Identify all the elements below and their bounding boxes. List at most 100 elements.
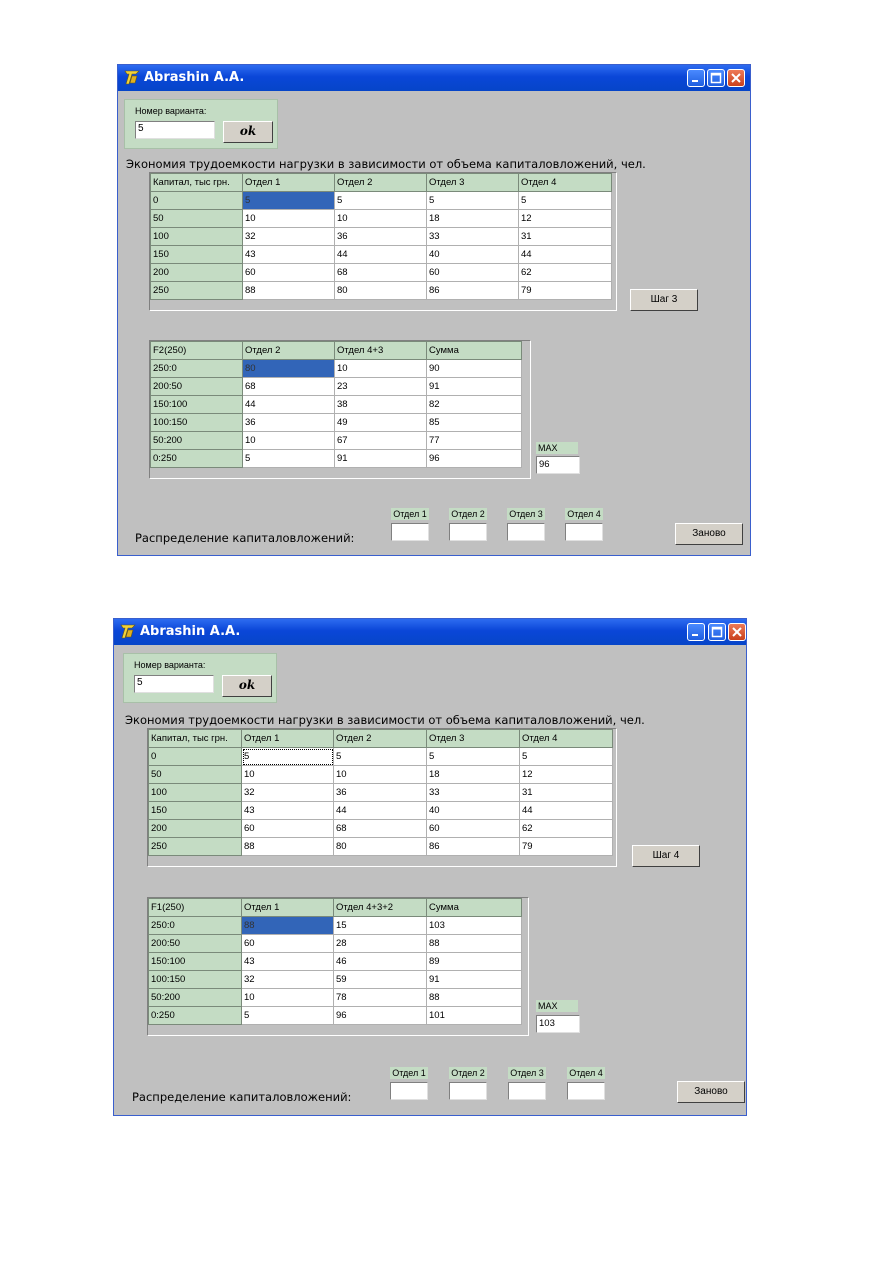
table-cell[interactable]: 80: [333, 837, 427, 856]
close-button[interactable]: [727, 69, 745, 87]
table-cell[interactable]: 5: [518, 191, 612, 210]
table-cell[interactable]: 80: [334, 281, 427, 300]
table-cell[interactable]: 86: [426, 281, 519, 300]
table-cell[interactable]: 10: [241, 988, 334, 1007]
reset-button[interactable]: Заново: [677, 1081, 745, 1103]
minimize-button[interactable]: [687, 69, 705, 87]
table-cell[interactable]: 36: [242, 413, 335, 432]
table-cell[interactable]: 77: [426, 431, 522, 450]
table-cell[interactable]: 103: [426, 916, 522, 935]
table-cell[interactable]: 90: [426, 359, 522, 378]
table-cell[interactable]: 44: [519, 801, 613, 820]
table-cell[interactable]: 36: [333, 783, 427, 802]
variant-input[interactable]: 5: [135, 121, 215, 139]
table-cell[interactable]: 88: [426, 988, 522, 1007]
table-cell[interactable]: 10: [241, 765, 334, 784]
table-cell[interactable]: 10: [242, 431, 335, 450]
dept-field-2[interactable]: [449, 523, 487, 541]
calc-table[interactable]: F2(250) Отдел 2 Отдел 4+3 Сумма 250:0 80 10 90 2…: [150, 341, 522, 468]
table-cell[interactable]: 96: [333, 1006, 427, 1025]
table-cell[interactable]: 33: [426, 227, 519, 246]
table-cell[interactable]: 44: [518, 245, 612, 264]
reset-button[interactable]: Заново: [675, 523, 743, 545]
table-cell[interactable]: 5: [333, 747, 427, 766]
table-cell[interactable]: 44: [333, 801, 427, 820]
table-cell[interactable]: 38: [334, 395, 427, 414]
table-cell[interactable]: 80: [242, 359, 335, 378]
table-cell[interactable]: 59: [333, 970, 427, 989]
table-cell[interactable]: 91: [426, 970, 522, 989]
table-cell[interactable]: 5: [242, 191, 335, 210]
table-cell[interactable]: 43: [242, 245, 335, 264]
table-cell[interactable]: 5: [426, 191, 519, 210]
table-cell[interactable]: 32: [241, 783, 334, 802]
table-cell[interactable]: 18: [426, 209, 519, 228]
table-cell[interactable]: 10: [242, 209, 335, 228]
main-table[interactable]: Капитал, тыс грн. Отдел 1 Отдел 2 Отдел 3 От…: [150, 173, 612, 300]
table-cell[interactable]: 36: [334, 227, 427, 246]
table-cell[interactable]: 79: [519, 837, 613, 856]
table-cell[interactable]: 40: [426, 801, 520, 820]
dept-field-3[interactable]: [508, 1082, 546, 1100]
table-cell[interactable]: 5: [334, 191, 427, 210]
table-cell[interactable]: 5: [242, 449, 335, 468]
close-button[interactable]: [728, 623, 746, 641]
table-cell[interactable]: 60: [241, 819, 334, 838]
table-cell[interactable]: 79: [518, 281, 612, 300]
table-cell[interactable]: 43: [241, 801, 334, 820]
table-cell[interactable]: 101: [426, 1006, 522, 1025]
table-cell[interactable]: 32: [242, 227, 335, 246]
table-cell[interactable]: 15: [333, 916, 427, 935]
table-cell[interactable]: 32: [241, 970, 334, 989]
step-button[interactable]: Шаг 4: [632, 845, 700, 867]
table-cell[interactable]: 88: [241, 916, 334, 935]
table-cell[interactable]: 23: [334, 377, 427, 396]
table-cell[interactable]: 60: [426, 819, 520, 838]
table-cell[interactable]: 91: [334, 449, 427, 468]
table-cell[interactable]: 88: [241, 837, 334, 856]
table-cell[interactable]: 89: [426, 952, 522, 971]
table-cell[interactable]: 86: [426, 837, 520, 856]
dept-field-3[interactable]: [507, 523, 545, 541]
table-cell[interactable]: 68: [334, 263, 427, 282]
dept-field-2[interactable]: [449, 1082, 487, 1100]
ok-button[interactable]: ok: [223, 121, 273, 143]
variant-input[interactable]: 5: [134, 675, 214, 693]
table-cell[interactable]: 40: [426, 245, 519, 264]
maximize-button[interactable]: [707, 69, 725, 87]
table-cell[interactable]: 60: [426, 263, 519, 282]
table-cell[interactable]: 82: [426, 395, 522, 414]
max-field[interactable]: 96: [536, 456, 580, 474]
table-cell[interactable]: 33: [426, 783, 520, 802]
table-cell[interactable]: 10: [334, 359, 427, 378]
table-cell[interactable]: 60: [241, 934, 334, 953]
table-cell[interactable]: 18: [426, 765, 520, 784]
table-cell[interactable]: 31: [518, 227, 612, 246]
step-button[interactable]: Шаг 3: [630, 289, 698, 311]
dept-field-4[interactable]: [567, 1082, 605, 1100]
table-cell[interactable]: 46: [333, 952, 427, 971]
table-cell[interactable]: 68: [242, 377, 335, 396]
table-cell[interactable]: 44: [334, 245, 427, 264]
dept-field-4[interactable]: [565, 523, 603, 541]
table-cell[interactable]: 78: [333, 988, 427, 1007]
table-cell[interactable]: 96: [426, 449, 522, 468]
dept-field-1[interactable]: [391, 523, 429, 541]
table-cell[interactable]: 62: [519, 819, 613, 838]
table-cell[interactable]: 85: [426, 413, 522, 432]
minimize-button[interactable]: [687, 623, 705, 641]
table-cell[interactable]: 28: [333, 934, 427, 953]
table-cell[interactable]: 5: [519, 747, 613, 766]
table-cell[interactable]: 31: [519, 783, 613, 802]
table-cell[interactable]: 5: [241, 747, 334, 766]
table-cell[interactable]: 5: [241, 1006, 334, 1025]
table-cell[interactable]: 49: [334, 413, 427, 432]
table-cell[interactable]: 88: [242, 281, 335, 300]
title-bar[interactable]: Abrashin A.A.: [114, 619, 746, 645]
max-field[interactable]: 103: [536, 1015, 580, 1033]
calc-table[interactable]: F1(250) Отдел 1 Отдел 4+3+2 Сумма 250:0 88 15 1…: [148, 898, 522, 1025]
table-cell[interactable]: 91: [426, 377, 522, 396]
ok-button[interactable]: ok: [222, 675, 272, 697]
table-cell[interactable]: 67: [334, 431, 427, 450]
table-cell[interactable]: 60: [242, 263, 335, 282]
